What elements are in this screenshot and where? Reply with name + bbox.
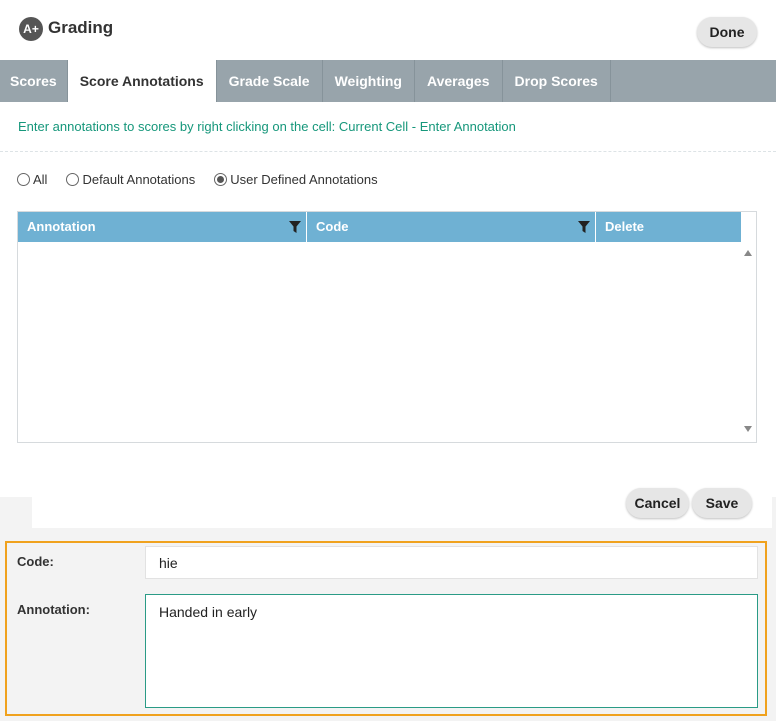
instructions-text: Enter annotations to scores by right cli… — [18, 119, 516, 134]
cancel-button[interactable]: Cancel — [626, 488, 689, 518]
radio-all-label: All — [33, 172, 48, 187]
filter-icon[interactable] — [578, 221, 590, 233]
radio-all[interactable]: All — [17, 172, 47, 187]
code-input[interactable] — [145, 546, 758, 579]
annotation-textarea[interactable]: Handed in early — [145, 594, 758, 708]
tab-grade-scale[interactable]: Grade Scale — [217, 60, 323, 102]
scroll-up-arrow-icon[interactable] — [744, 250, 752, 256]
annotations-grid: Annotation Code Delete — [17, 211, 757, 443]
radio-user-defined-label: User Defined Annotations — [230, 172, 378, 187]
code-label: Code: — [17, 554, 54, 569]
done-button[interactable]: Done — [697, 17, 757, 47]
radio-default-label: Default Annotations — [82, 172, 196, 187]
tab-averages[interactable]: Averages — [415, 60, 503, 102]
column-label: Delete — [605, 219, 645, 234]
app-header: A+ Grading Done — [0, 0, 776, 60]
radio-default-annotations[interactable]: Default Annotations — [66, 172, 195, 187]
tab-weighting[interactable]: Weighting — [323, 60, 415, 102]
column-label: Code — [316, 219, 349, 234]
column-header-delete[interactable]: Delete — [596, 212, 741, 242]
column-header-annotation[interactable]: Annotation — [18, 212, 307, 242]
filter-icon[interactable] — [289, 221, 301, 233]
save-button[interactable]: Save — [692, 488, 752, 518]
scroll-down-arrow-icon[interactable] — [744, 426, 752, 432]
grading-logo-icon: A+ — [19, 17, 43, 41]
tab-scores[interactable]: Scores — [0, 60, 68, 102]
radio-circle-icon[interactable] — [17, 173, 30, 186]
column-label: Annotation — [27, 219, 96, 234]
grid-header: Annotation Code Delete — [18, 212, 741, 242]
tab-bar: Scores Score Annotations Grade Scale Wei… — [0, 60, 776, 102]
radio-circle-checked-icon[interactable] — [214, 173, 228, 186]
annotation-label: Annotation: — [17, 602, 90, 617]
page-title: Grading — [48, 18, 114, 37]
annotation-filter-radios: All Default Annotations User Defined Ann… — [17, 172, 397, 187]
annotation-editor-panel: Code: Annotation: Handed in early — [5, 541, 767, 716]
radio-user-defined-annotations[interactable]: User Defined Annotations — [214, 172, 378, 187]
radio-circle-icon[interactable] — [66, 173, 80, 186]
tab-score-annotations[interactable]: Score Annotations — [67, 60, 217, 102]
divider — [0, 151, 776, 152]
column-header-code[interactable]: Code — [307, 212, 596, 242]
tab-drop-scores[interactable]: Drop Scores — [503, 60, 611, 102]
